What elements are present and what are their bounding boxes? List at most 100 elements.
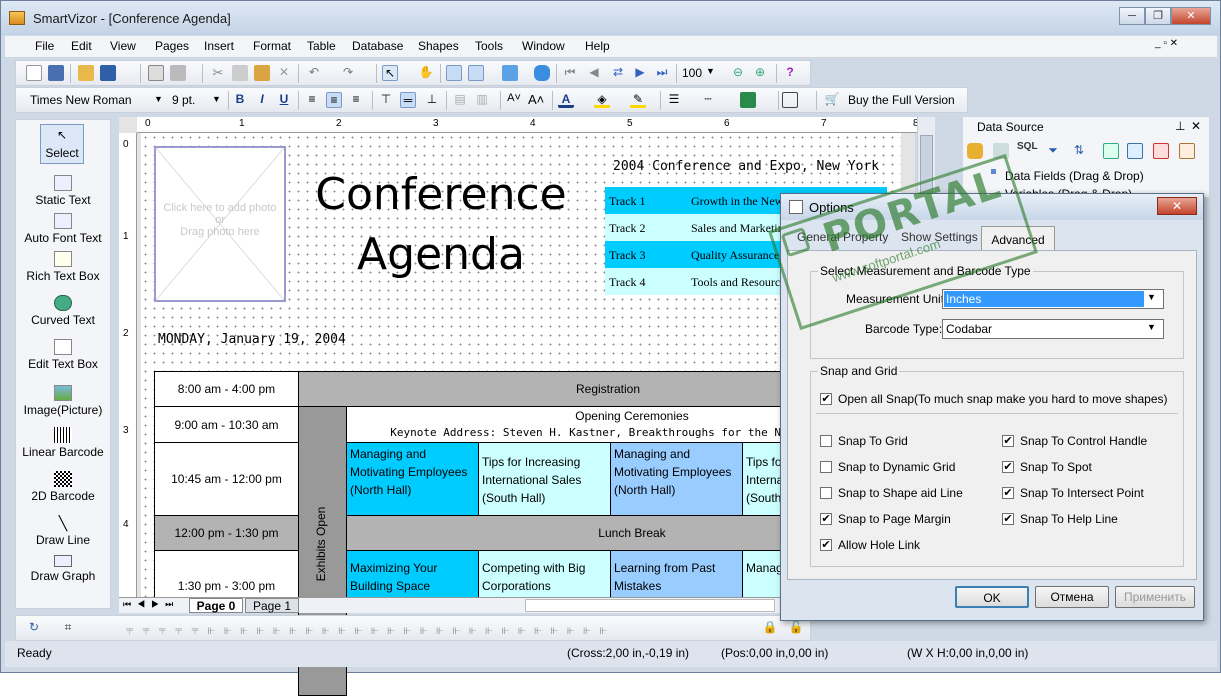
delete-field-icon[interactable] <box>1153 143 1169 159</box>
ok-button[interactable]: OK <box>955 586 1029 608</box>
prev-record-icon[interactable]: ◀ <box>586 65 602 81</box>
align-left-icon[interactable]: ≡ <box>304 92 320 108</box>
zoom-out-icon[interactable]: ⊖ <box>730 65 746 81</box>
menu-pages[interactable]: Pages <box>155 39 189 53</box>
tool-curved-text[interactable]: Curved Text <box>18 292 108 332</box>
line-width-icon[interactable]: ☰ <box>666 92 682 108</box>
size-select[interactable]: 9 pt. <box>172 93 195 107</box>
menu-file[interactable]: File <box>35 39 54 53</box>
tool-linear-barcode[interactable]: Linear Barcode <box>18 424 108 464</box>
filter-icon[interactable]: ⏷ <box>1045 143 1061 159</box>
restore-button[interactable]: ❐ <box>1145 7 1171 25</box>
shadow-icon[interactable] <box>740 92 756 108</box>
font-select[interactable]: Times New Roman <box>30 93 150 107</box>
pin-icon[interactable]: ⊥ <box>1175 119 1185 133</box>
menu-table[interactable]: Table <box>307 39 336 53</box>
menu-view[interactable]: View <box>110 39 136 53</box>
add-field-icon[interactable] <box>1103 143 1119 159</box>
tab-page-1[interactable]: Page 1 <box>245 598 299 613</box>
refresh-field-icon[interactable] <box>1179 143 1195 159</box>
font-shrink-icon[interactable]: A˅ <box>506 92 522 108</box>
valign-bottom-icon[interactable]: ⊥ <box>424 92 440 108</box>
cut-icon[interactable]: ✂ <box>210 65 226 81</box>
group-icon[interactable]: ⌗ <box>60 620 76 636</box>
tool-2d-barcode[interactable]: 2D Barcode <box>18 468 108 508</box>
tool-static-text[interactable]: Static Text <box>18 172 108 212</box>
tool-rich-text-box[interactable]: Rich Text Box <box>18 248 108 288</box>
last-record-icon[interactable]: ⏭ <box>654 65 670 81</box>
cancel-button[interactable]: Отмена <box>1035 586 1109 608</box>
sort-icon[interactable]: ⇅ <box>1071 143 1087 159</box>
ruler-icon[interactable] <box>468 65 484 81</box>
apply-button[interactable]: Применить <box>1115 586 1195 608</box>
pointer-icon[interactable]: ↖ <box>382 65 398 81</box>
help-icon[interactable]: ? <box>782 65 798 81</box>
line-color-icon[interactable]: ✎ <box>630 92 646 108</box>
copy-icon[interactable] <box>232 65 248 81</box>
mdi-controls[interactable]: _ ▫ ✕ <box>1155 38 1178 49</box>
menu-database[interactable]: Database <box>352 39 403 53</box>
menu-window[interactable]: Window <box>522 39 565 53</box>
database-icon[interactable] <box>534 65 550 81</box>
tab-page-0[interactable]: Page 0 <box>189 598 243 613</box>
tool-edit-text-box[interactable]: Edit Text Box <box>18 336 108 376</box>
lock-icon[interactable]: 🔒 <box>762 620 778 636</box>
close-button[interactable]: ✕ <box>1171 7 1211 25</box>
page-setup-icon[interactable] <box>148 65 164 81</box>
line-style-icon[interactable]: ┄ <box>700 92 716 108</box>
next-record-icon[interactable]: ▶ <box>632 65 648 81</box>
database-icon[interactable] <box>967 143 983 159</box>
font-color-icon[interactable]: A <box>558 92 574 108</box>
first-record-icon[interactable]: ⏮ <box>562 65 578 81</box>
jump-record-icon[interactable]: ⇄ <box>610 65 626 81</box>
unit-select[interactable]: Inches ▼ <box>942 289 1164 309</box>
size-dropdown-icon[interactable]: ▼ <box>212 94 221 104</box>
menu-shapes[interactable]: Shapes <box>418 39 459 53</box>
zoom-in-icon[interactable]: ⊕ <box>752 65 768 81</box>
valign-top-icon[interactable]: ⊤ <box>378 92 394 108</box>
tool-select[interactable]: ↖ Select <box>40 124 84 164</box>
line-spacing-icon[interactable]: ▥ <box>474 92 490 108</box>
minimize-button[interactable]: ─ <box>1119 7 1145 25</box>
menu-edit[interactable]: Edit <box>71 39 92 53</box>
paste-icon[interactable] <box>254 65 270 81</box>
font-grow-icon[interactable]: A˄ <box>528 92 544 108</box>
new-template-icon[interactable] <box>48 65 64 81</box>
menu-insert[interactable]: Insert <box>204 39 234 53</box>
barcode-select[interactable]: Codabar ▼ <box>942 319 1164 339</box>
save-icon[interactable] <box>100 65 116 81</box>
align-center-icon[interactable]: ≡ <box>326 92 342 108</box>
layers-icon[interactable] <box>502 65 518 81</box>
unlock-icon[interactable]: 🔓 <box>788 620 804 636</box>
rotate-icon[interactable]: ↻ <box>26 620 42 636</box>
panel-close-icon[interactable]: ✕ <box>1191 119 1201 133</box>
new-icon[interactable] <box>26 65 42 81</box>
page-nav-icon[interactable]: ⏮◀▶⏭ <box>123 599 179 610</box>
format-painter-icon[interactable]: ▤ <box>452 92 468 108</box>
tree-item-data-fields[interactable]: Data Fields (Drag & Drop) <box>1005 169 1144 183</box>
valign-middle-icon[interactable]: ═ <box>400 92 416 108</box>
open-icon[interactable] <box>78 65 94 81</box>
menu-tools[interactable]: Tools <box>475 39 503 53</box>
align-right-icon[interactable]: ≡ <box>348 92 364 108</box>
tool-image[interactable]: Image(Picture) <box>18 382 108 422</box>
undo-icon[interactable]: ↶ <box>306 65 322 81</box>
align-distribute-icons[interactable]: ⫧⫧⫧⫧⫧⫦⫦⫦⫦⫦⫦⫦⫦⫦⫦⫦⫦⫦⫦⫦⫦⫦⫦⫦⫦⫦⫦⫦⫦⫦ <box>126 622 616 638</box>
menu-help[interactable]: Help <box>585 39 610 53</box>
sql-icon[interactable]: SQL <box>1017 141 1038 152</box>
photo-placeholder[interactable]: Click here to add photo or Drag photo he… <box>154 146 286 302</box>
hand-icon[interactable]: ✋ <box>418 65 434 81</box>
tool-draw-line[interactable]: ╲ Draw Line <box>18 512 108 552</box>
canvas-hscrollbar[interactable] <box>525 599 775 612</box>
delete-icon[interactable]: ✕ <box>276 65 292 81</box>
dialog-close-button[interactable]: ✕ <box>1157 197 1197 215</box>
italic-icon[interactable]: I <box>254 92 270 108</box>
border-icon[interactable] <box>782 92 798 108</box>
zoom-dropdown-icon[interactable]: ▼ <box>706 66 715 76</box>
grid-icon[interactable] <box>446 65 462 81</box>
buy-full-version-link[interactable]: Buy the Full Version <box>848 93 955 107</box>
bold-icon[interactable]: B <box>232 92 248 108</box>
print-icon[interactable] <box>170 65 186 81</box>
edit-field-icon[interactable] <box>1127 143 1143 159</box>
underline-icon[interactable]: U <box>276 92 292 108</box>
